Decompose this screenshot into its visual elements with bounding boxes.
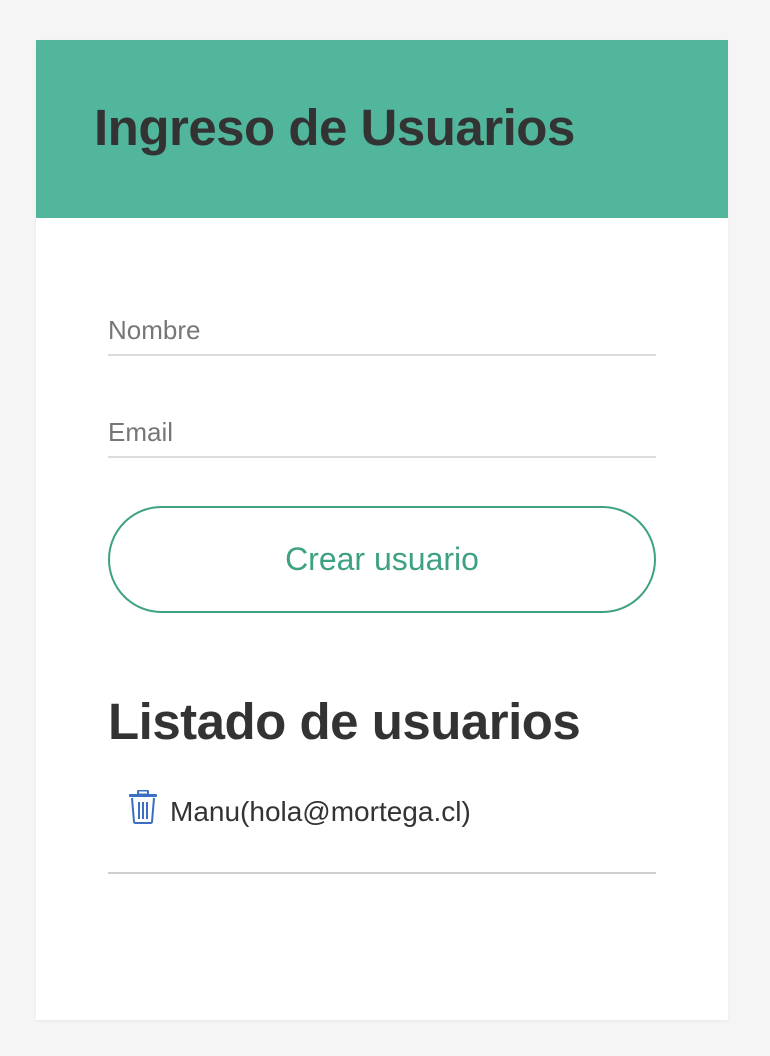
trash-icon[interactable] — [128, 789, 158, 824]
email-input[interactable] — [108, 412, 656, 458]
card-header: Ingreso de Usuarios — [36, 40, 728, 218]
user-list-title: Listado de usuarios — [108, 693, 581, 750]
user-list: Manu(hola@mortega.cl) — [108, 788, 656, 874]
page-title: Ingreso de Usuarios — [94, 99, 575, 156]
user-entry-text: Manu(hola@mortega.cl) — [170, 796, 471, 827]
create-user-button[interactable]: Crear usuario — [108, 506, 656, 613]
user-form-card: Ingreso de Usuarios Crear usuario Listad… — [36, 40, 728, 1020]
name-input[interactable] — [108, 310, 656, 356]
list-item: Manu(hola@mortega.cl) — [108, 788, 656, 874]
